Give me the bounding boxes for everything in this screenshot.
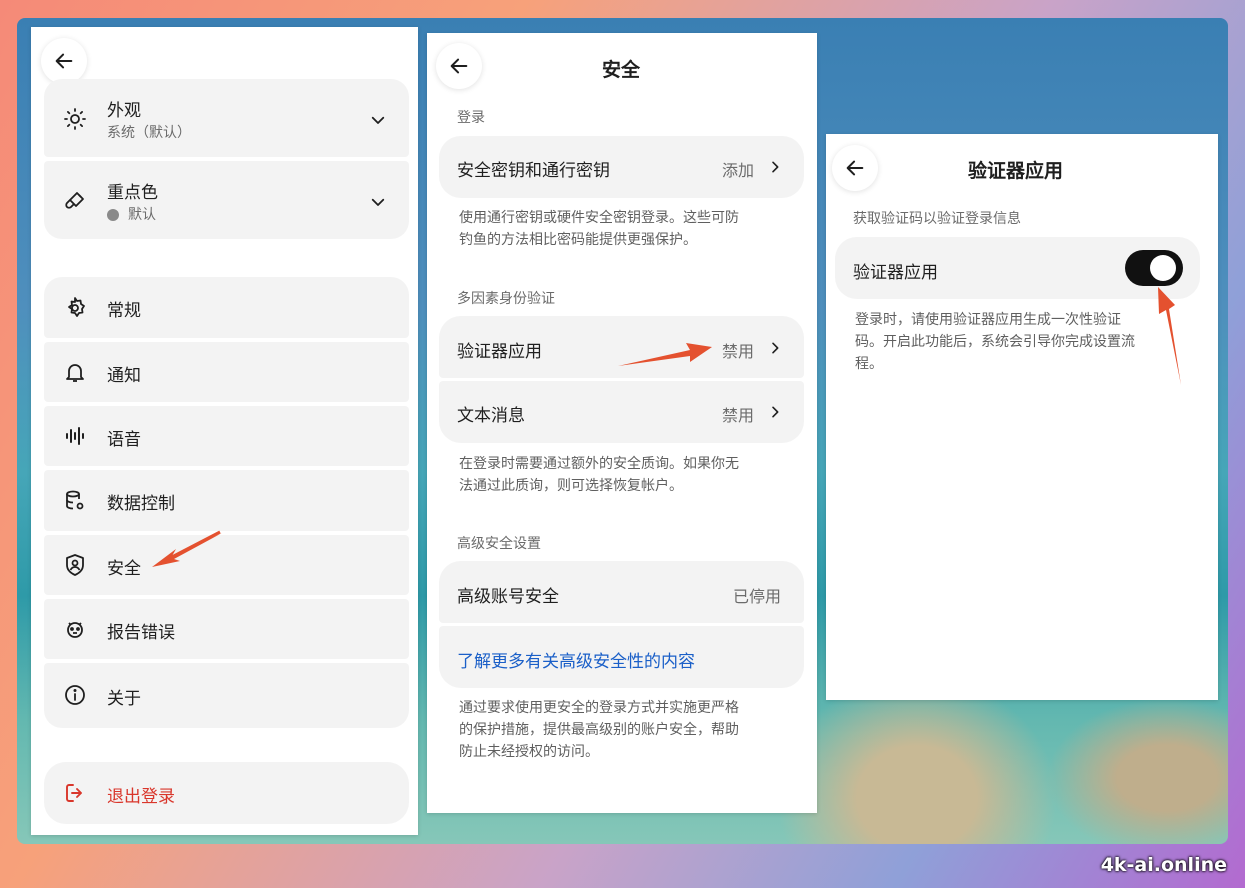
toggle-knob [1150, 255, 1176, 281]
accent-color-dropdown[interactable]: 重点色 默认 [44, 161, 409, 239]
menu-item-label: 常规 [107, 301, 141, 321]
menu-item-security[interactable]: 安全 [44, 535, 409, 595]
arrow-left-icon [450, 58, 468, 74]
info-icon [62, 682, 88, 708]
advanced-description: 通过要求使用更安全的登录方式并实施更严格 的保护措施，提供最高级别的账户安全，帮助… [459, 700, 739, 760]
menu-item-label: 安全 [107, 559, 141, 579]
accent-color-dot [107, 209, 119, 221]
accent-color-label: 重点色 [107, 183, 158, 203]
logout-label: 退出登录 [107, 787, 175, 807]
watermark-text: 4k-ai.online [1100, 854, 1227, 876]
logout-button[interactable]: 退出登录 [44, 762, 409, 824]
waveform-icon [62, 423, 88, 449]
shield-user-icon [62, 552, 88, 578]
back-button[interactable] [832, 145, 878, 191]
menu-item-voice[interactable]: 语音 [44, 406, 409, 466]
settings-menu: 常规 通知 语音 数据控制 安全 报告错误 关于 [44, 277, 409, 728]
page-title: 安全 [602, 59, 641, 81]
chevron-right-icon [772, 342, 779, 354]
authenticator-description: 登录时，请使用验证器应用生成一次性验证 码。开启此功能后，系统会引导你完成设置流程… [855, 312, 1135, 372]
arrow-left-icon [55, 53, 73, 69]
advanced-security-row[interactable]: 高级账号安全 已停用 [439, 561, 804, 623]
sms-label: 文本消息 [457, 406, 525, 426]
security-panel: 安全 登录 安全密钥和通行密钥 添加 使用通行密钥或硬件安全密钥登录。这些可防钓… [427, 33, 817, 813]
mfa-description: 在登录时需要通过额外的安全质询。如果你无 法通过此质询，则可选择恢复帐户。 [459, 456, 739, 494]
sms-row[interactable]: 文本消息 禁用 [439, 381, 804, 443]
back-button[interactable] [41, 38, 87, 84]
brush-icon [62, 188, 88, 214]
gear-icon [62, 295, 88, 321]
menu-item-label: 语音 [107, 430, 141, 450]
authenticator-toggle-switch[interactable] [1125, 250, 1183, 286]
authenticator-toggle-label: 验证器应用 [853, 263, 938, 283]
learn-more-link[interactable]: 了解更多有关高级安全性的内容 [457, 647, 695, 672]
menu-item-report-bug[interactable]: 报告错误 [44, 599, 409, 659]
authenticator-app-value: 禁用 [722, 342, 755, 361]
chevron-right-icon [772, 406, 779, 418]
arrow-left-icon [846, 160, 864, 176]
page-title: 验证器应用 [968, 160, 1064, 182]
passkey-value: 添加 [722, 161, 755, 180]
authenticator-app-panel: 验证器应用 获取验证码以验证登录信息 验证器应用 登录时，请使用验证器应用生成一… [826, 134, 1218, 700]
authenticator-app-label: 验证器应用 [457, 342, 542, 362]
logout-icon [62, 780, 88, 806]
sun-icon [62, 106, 88, 132]
back-button[interactable] [436, 43, 482, 89]
menu-item-label: 数据控制 [107, 494, 175, 514]
section-mfa: 多因素身份验证 [457, 291, 555, 307]
bug-icon [62, 616, 88, 642]
menu-item-notifications[interactable]: 通知 [44, 342, 409, 402]
section-login: 登录 [457, 110, 485, 126]
menu-item-label: 报告错误 [107, 623, 175, 643]
section-get-code: 获取验证码以验证登录信息 [853, 211, 1021, 227]
bell-icon [62, 359, 88, 385]
accent-color-value: 默认 [128, 207, 156, 223]
appearance-label: 外观 [107, 101, 141, 121]
settings-sidebar-panel: 外观 系统（默认） 重点色 默认 常规 通知 语音 数据控制 安全 报告错误 关… [31, 27, 418, 835]
menu-item-data-controls[interactable]: 数据控制 [44, 470, 409, 531]
appearance-value: 系统（默认） [107, 125, 191, 141]
database-gear-icon [62, 488, 88, 514]
menu-item-label: 关于 [107, 689, 141, 709]
passkey-description: 使用通行密钥或硬件安全密钥登录。这些可防 钓鱼的方法相比密码能提供更强保护。 [459, 210, 739, 248]
chevron-down-icon [371, 198, 385, 206]
section-advanced: 高级安全设置 [457, 536, 541, 552]
authenticator-toggle-row: 验证器应用 [835, 237, 1200, 299]
advanced-security-label: 高级账号安全 [457, 587, 559, 607]
advanced-security-value: 已停用 [733, 587, 782, 606]
chevron-down-icon [371, 116, 385, 124]
learn-more-row: 了解更多有关高级安全性的内容 [439, 626, 804, 688]
appearance-dropdown[interactable]: 外观 系统（默认） [44, 79, 409, 157]
chevron-right-icon [772, 161, 779, 173]
sms-value: 禁用 [722, 406, 755, 425]
menu-item-about[interactable]: 关于 [44, 663, 409, 728]
passkey-row[interactable]: 安全密钥和通行密钥 添加 [439, 136, 804, 198]
menu-item-label: 通知 [107, 366, 141, 386]
menu-item-general[interactable]: 常规 [44, 277, 409, 338]
passkey-label: 安全密钥和通行密钥 [457, 161, 610, 181]
authenticator-app-row[interactable]: 验证器应用 禁用 [439, 316, 804, 378]
